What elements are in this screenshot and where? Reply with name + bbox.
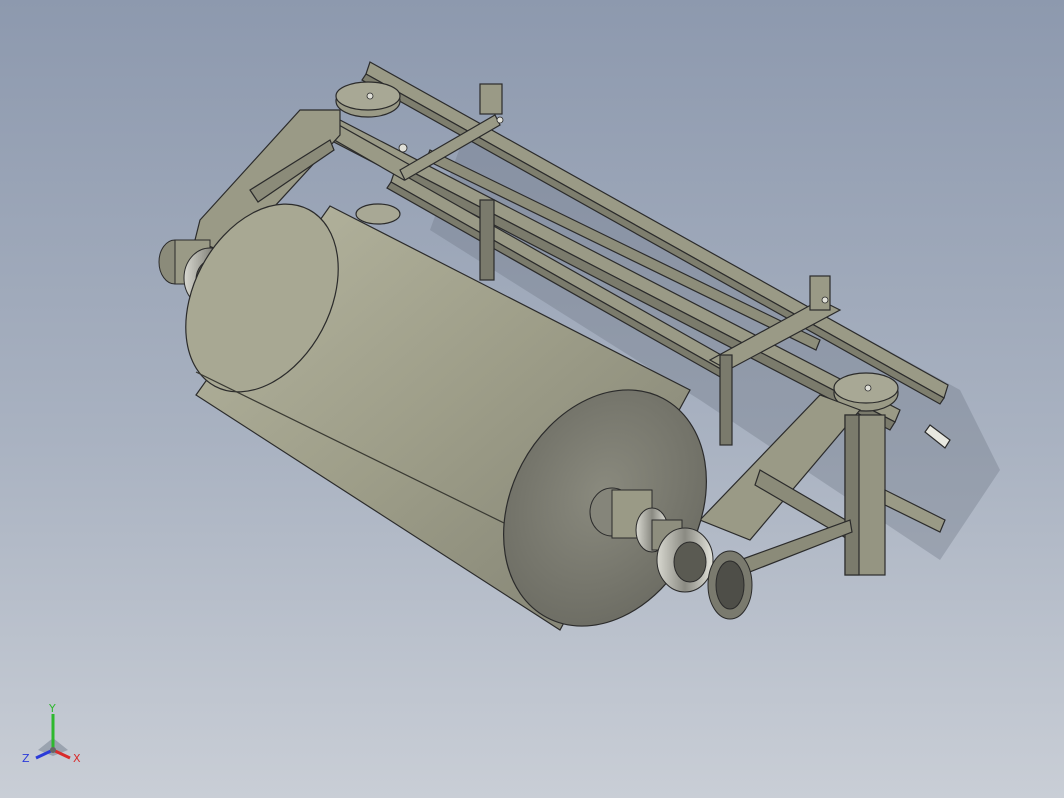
axis-triad[interactable]: Y X Z [18,700,88,770]
post-top-left [479,83,503,115]
y-axis-label: Y [48,702,56,715]
x-axis-label: X [73,752,81,765]
triad-origin [50,747,56,753]
model-viewport[interactable] [0,0,1064,798]
post-mid [719,354,733,446]
post-left [479,199,495,281]
right-column-face [844,414,860,576]
post-top-right [809,275,831,311]
z-axis-label: Z [22,752,30,765]
pulley-mid [355,203,401,225]
